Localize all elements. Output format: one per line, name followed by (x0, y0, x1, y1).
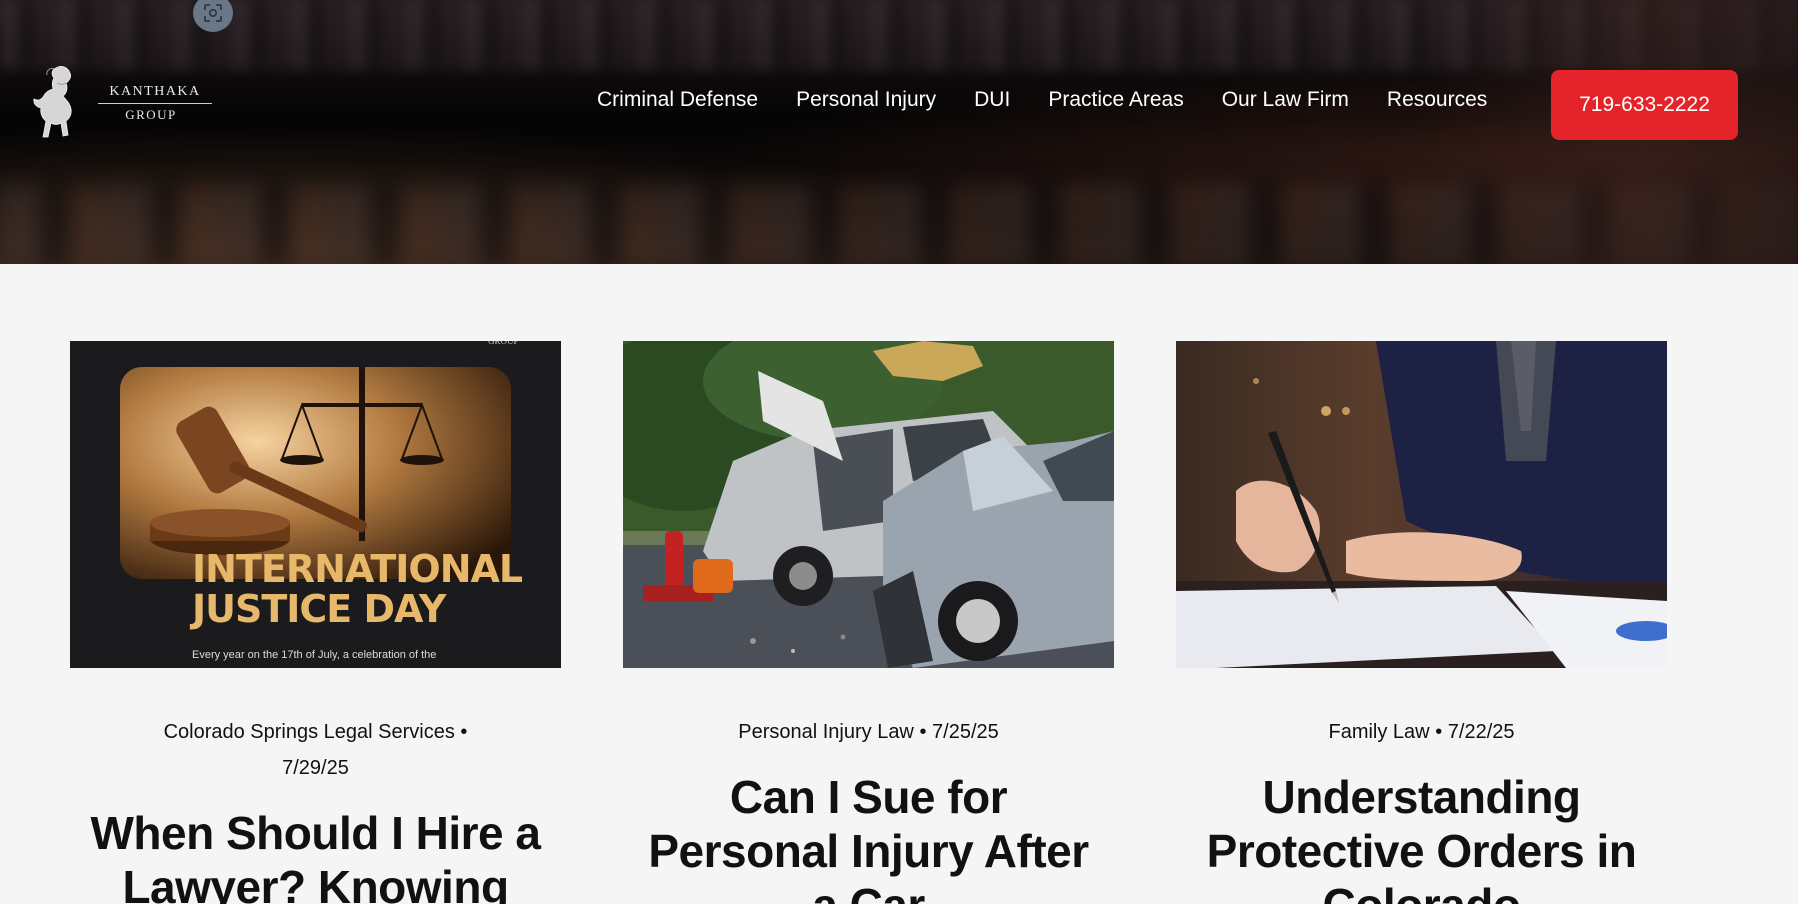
rearing-horse-logo-icon (33, 65, 72, 138)
post-meta: Colorado Springs Legal Services • 7/29/2… (70, 714, 561, 786)
logo-line-2: GROUP (125, 107, 177, 122)
nav-our-law-firm[interactable]: Our Law Firm (1222, 88, 1349, 112)
site-logo[interactable]: KANTHAKA GROUP (30, 62, 212, 142)
post-meta: Family Law • 7/22/25 (1176, 714, 1667, 750)
nav-personal-injury[interactable]: Personal Injury (796, 88, 936, 112)
image-heading-line-1: INTERNATIONAL (192, 547, 523, 591)
post-thumbnail-justice-day[interactable]: GROUP INTERNATIONAL JUSTICE DAY Every ye… (70, 341, 561, 668)
nav-resources[interactable]: Resources (1387, 88, 1487, 112)
nav-criminal-defense[interactable]: Criminal Defense (597, 88, 758, 112)
meta-separator: • (460, 721, 468, 743)
image-caption: Every year on the 17th of July, a celebr… (192, 649, 437, 661)
phone-call-button[interactable]: 719-633-2222 (1551, 70, 1738, 140)
post-thumbnail-car-accident[interactable] (623, 341, 1114, 668)
signing-document-image (1176, 341, 1667, 668)
logo-wordmark: KANTHAKA GROUP (90, 84, 212, 123)
post-date: 7/29/25 (282, 757, 349, 779)
logo-line-1: KANTHAKA (98, 84, 212, 104)
blog-post-card: Personal Injury Law • 7/25/25 Can I Sue … (623, 341, 1114, 904)
post-meta: Personal Injury Law • 7/25/25 (623, 714, 1114, 750)
blog-post-card: Family Law • 7/22/25 Understanding Prote… (1176, 341, 1667, 904)
post-date: 7/25/25 (932, 721, 999, 743)
blog-post-card: GROUP INTERNATIONAL JUSTICE DAY Every ye… (70, 341, 561, 904)
meta-separator: • (919, 721, 927, 743)
post-title[interactable]: Understanding Protective Orders in Color… (1176, 770, 1667, 904)
nav-practice-areas[interactable]: Practice Areas (1048, 88, 1183, 112)
image-heading-line-2: JUSTICE DAY (192, 587, 446, 631)
post-title[interactable]: When Should I Hire a Lawyer? Knowing (70, 806, 561, 904)
post-category[interactable]: Personal Injury Law (738, 721, 914, 743)
post-date: 7/22/25 (1447, 721, 1515, 743)
post-category[interactable]: Family Law (1328, 721, 1429, 743)
nav-dui[interactable]: DUI (974, 88, 1010, 112)
post-title[interactable]: Can I Sue for Personal Injury After a Ca… (623, 770, 1114, 904)
site-header (0, 0, 1798, 264)
post-category[interactable]: Colorado Springs Legal Services (164, 721, 455, 743)
main-navigation: Criminal Defense Personal Injury DUI Pra… (597, 88, 1525, 112)
image-heading: INTERNATIONAL JUSTICE DAY (192, 547, 523, 631)
car-accident-image (623, 341, 1114, 668)
meta-separator: • (1435, 721, 1443, 743)
svg-text:GROUP: GROUP (488, 341, 519, 346)
post-thumbnail-signing-document[interactable] (1176, 341, 1667, 668)
